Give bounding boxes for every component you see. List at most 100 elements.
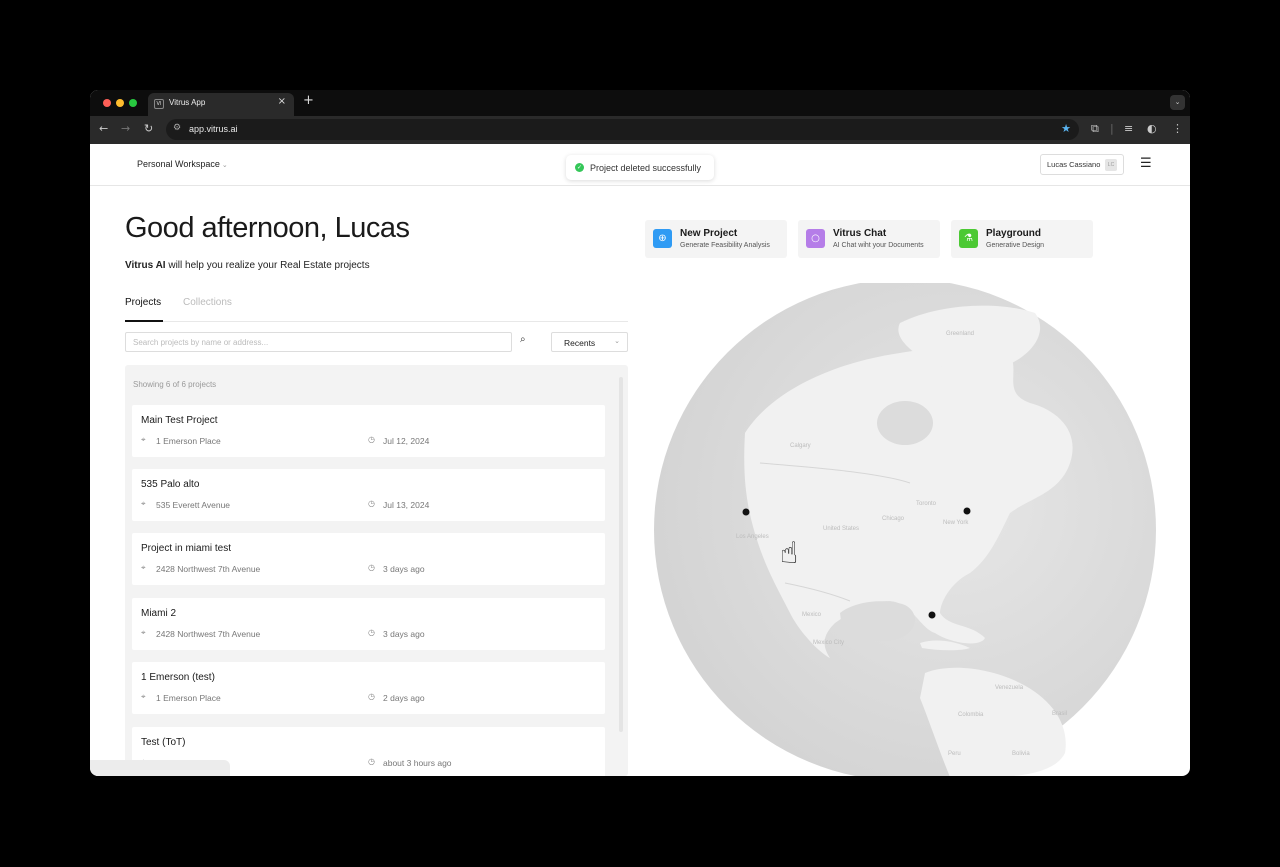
project-address: 2428 Northwest 7th Avenue bbox=[156, 564, 261, 574]
project-title: Test (ToT) bbox=[141, 737, 186, 748]
project-address: 1 Emerson Place bbox=[156, 436, 221, 446]
map-label: Los Angeles bbox=[736, 534, 769, 540]
map-label: Venezuela bbox=[995, 685, 1024, 691]
new-project-button[interactable]: ⊕ New Project Generate Feasibility Analy… bbox=[645, 220, 787, 258]
new-tab-icon[interactable]: + bbox=[303, 93, 314, 108]
browser-menu-icon[interactable]: ⋮ bbox=[1172, 122, 1183, 135]
address-bar[interactable]: ⚙ app.vitrus.ai ★ bbox=[166, 119, 1079, 140]
projects-list: Showing 6 of 6 projects Main Test Projec… bbox=[125, 365, 628, 776]
hudson-bay bbox=[877, 401, 933, 445]
project-title: Project in miami test bbox=[141, 543, 232, 554]
project-marker[interactable] bbox=[742, 508, 750, 516]
map-label: New York bbox=[943, 520, 969, 526]
app-header: Personal Workspace ⌄ ✓ Project deleted su… bbox=[90, 144, 1190, 186]
list-scrollbar[interactable] bbox=[619, 377, 623, 732]
toast-message: Project deleted successfully bbox=[590, 163, 702, 173]
project-card[interactable]: 1 Emerson (test) ⌖ 1 Emerson Place ◷ 2 d… bbox=[132, 662, 605, 714]
projects-globe-map[interactable]: Greenland Calgary Chicago Toronto New Yo… bbox=[650, 283, 1160, 776]
browser-window: VI Vitrus App × + ⌄ ← → ↻ ⚙ app.vitrus.a… bbox=[90, 90, 1190, 776]
active-tab-indicator bbox=[125, 320, 163, 322]
playground-button[interactable]: ⚗ Playground Generative Design bbox=[951, 220, 1093, 258]
map-label: Calgary bbox=[790, 443, 811, 449]
url-text: app.vitrus.ai bbox=[189, 124, 238, 134]
project-date: 2 days ago bbox=[383, 693, 425, 703]
tab-title: Vitrus App bbox=[169, 98, 206, 107]
back-arrow-icon[interactable]: ← bbox=[99, 122, 108, 135]
project-title: Miami 2 bbox=[141, 608, 177, 619]
map-label: United States bbox=[823, 526, 859, 532]
project-address: 2428 Northwest 7th Avenue bbox=[156, 629, 261, 639]
sort-label: Recents bbox=[564, 338, 596, 348]
check-circle-icon: ✓ bbox=[575, 163, 584, 172]
tabs-divider bbox=[125, 321, 628, 322]
site-settings-icon[interactable]: ⚙ bbox=[173, 123, 181, 133]
action-title: Playground bbox=[986, 228, 1042, 239]
subtitle-text: will help you realize your Real Estate p… bbox=[165, 260, 370, 271]
location-pin-icon: ⌖ bbox=[141, 628, 146, 637]
project-marker[interactable] bbox=[928, 611, 936, 619]
project-card[interactable]: Project in miami test ⌖ 2428 Northwest 7… bbox=[132, 533, 605, 585]
user-name: Lucas Cassiano bbox=[1047, 160, 1101, 169]
search-input[interactable] bbox=[125, 332, 512, 352]
clock-icon: ◷ bbox=[368, 628, 375, 637]
clock-icon: ◷ bbox=[368, 435, 375, 444]
project-date: about 3 hours ago bbox=[383, 758, 452, 768]
action-subtitle: Generative Design bbox=[986, 242, 1044, 249]
project-date: Jul 12, 2024 bbox=[383, 436, 430, 446]
project-title: 535 Palo alto bbox=[141, 479, 200, 490]
tab-close-icon[interactable]: × bbox=[278, 96, 286, 107]
location-pin-icon: ⌖ bbox=[141, 499, 146, 508]
bookmark-star-icon[interactable]: ★ bbox=[1061, 122, 1071, 135]
hamburger-menu-icon[interactable]: ☰ bbox=[1140, 156, 1152, 171]
project-card[interactable]: Main Test Project ⌖ 1 Emerson Place ◷ Ju… bbox=[132, 405, 605, 457]
reading-list-icon[interactable]: ≡ bbox=[1124, 122, 1133, 135]
project-card[interactable]: Miami 2 ⌖ 2428 Northwest 7th Avenue ◷ 3 … bbox=[132, 598, 605, 650]
browser-toolbar: ← → ↻ ⚙ app.vitrus.ai ★ ⧉ | ≡ ◐ ⋮ bbox=[90, 116, 1190, 144]
clock-icon: ◷ bbox=[368, 499, 375, 508]
profile-avatar-icon[interactable]: ◐ bbox=[1147, 122, 1157, 135]
tab-collections[interactable]: Collections bbox=[183, 297, 232, 308]
page-subtitle: Vitrus AI will help you realize your Rea… bbox=[125, 260, 370, 271]
action-subtitle: AI Chat wiht your Documents bbox=[833, 242, 924, 249]
project-date: Jul 13, 2024 bbox=[383, 500, 430, 510]
map-label: Mexico City bbox=[813, 640, 844, 646]
tab-projects[interactable]: Projects bbox=[125, 297, 161, 308]
map-label: Greenland bbox=[946, 331, 974, 337]
project-card[interactable]: 535 Palo alto ⌖ 535 Everett Avenue ◷ Jul… bbox=[132, 469, 605, 521]
maximize-window-button[interactable] bbox=[129, 99, 137, 107]
project-address: 535 Everett Avenue bbox=[156, 500, 231, 510]
forward-arrow-icon[interactable]: → bbox=[121, 122, 130, 135]
workspace-label: Personal Workspace bbox=[137, 159, 220, 169]
results-count: Showing 6 of 6 projects bbox=[133, 380, 217, 389]
vitrus-favicon-icon: VI bbox=[154, 99, 164, 109]
sort-dropdown[interactable]: Recents ⌄ bbox=[551, 332, 628, 352]
chat-bubble-icon: ○ bbox=[806, 229, 825, 248]
clock-icon: ◷ bbox=[368, 692, 375, 701]
workspace-selector[interactable]: Personal Workspace ⌄ bbox=[137, 159, 228, 169]
hand-pointer-cursor-icon: ☝ bbox=[780, 536, 799, 571]
project-marker[interactable] bbox=[963, 507, 971, 515]
vitrus-chat-button[interactable]: ○ Vitrus Chat AI Chat wiht your Document… bbox=[798, 220, 940, 258]
project-title: 1 Emerson (test) bbox=[141, 672, 215, 683]
brand-name: Vitrus AI bbox=[125, 260, 166, 271]
action-subtitle: Generate Feasibility Analysis bbox=[680, 242, 770, 249]
toolbar-divider: | bbox=[1110, 122, 1114, 135]
location-pin-icon: ⌖ bbox=[141, 435, 146, 444]
map-label: Brasil bbox=[1052, 711, 1067, 717]
action-title: New Project bbox=[680, 228, 738, 239]
close-window-button[interactable] bbox=[103, 99, 111, 107]
flask-icon: ⚗ bbox=[959, 229, 978, 248]
project-title: Main Test Project bbox=[141, 415, 218, 426]
user-avatar: LC bbox=[1105, 159, 1117, 171]
tab-search-chevron-icon[interactable]: ⌄ bbox=[1170, 95, 1185, 110]
search-icon[interactable]: ⌕ bbox=[520, 334, 526, 345]
reload-icon[interactable]: ↻ bbox=[144, 122, 153, 135]
browser-tab-bar: VI Vitrus App × + ⌄ bbox=[90, 90, 1190, 116]
minimize-window-button[interactable] bbox=[116, 99, 124, 107]
user-menu-button[interactable]: Lucas Cassiano LC bbox=[1040, 154, 1124, 175]
chevron-down-icon: ⌄ bbox=[614, 337, 620, 345]
extensions-puzzle-icon[interactable]: ⧉ bbox=[1091, 122, 1099, 136]
browser-tab[interactable]: VI Vitrus App × bbox=[148, 93, 294, 116]
bottom-overlay-panel bbox=[90, 760, 230, 776]
project-date: 3 days ago bbox=[383, 564, 425, 574]
